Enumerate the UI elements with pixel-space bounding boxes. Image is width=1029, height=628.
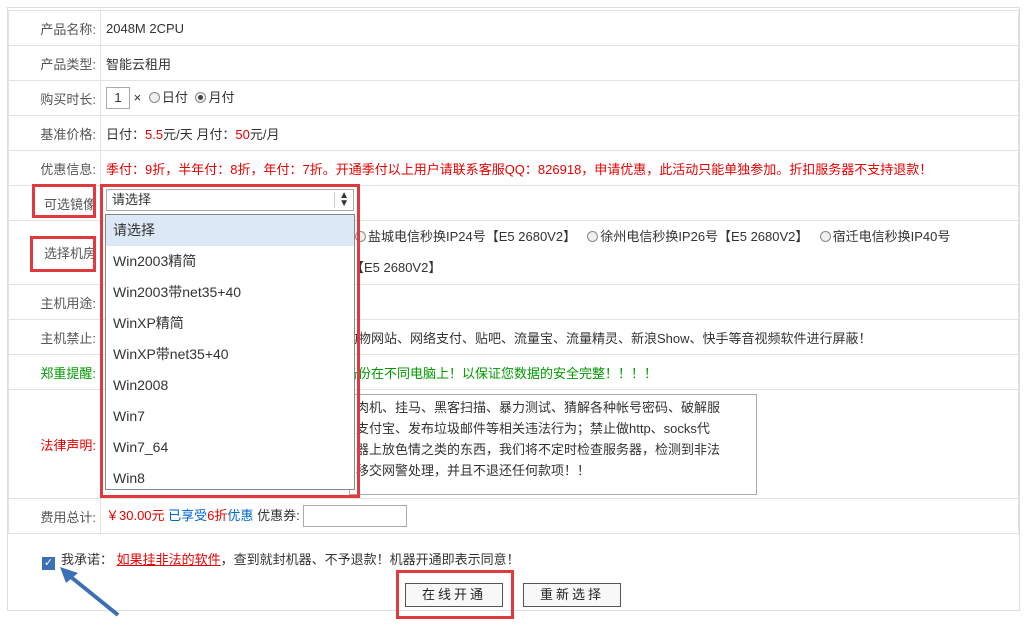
row-product-name: 产品名称: 2048M 2CPU bbox=[8, 10, 1019, 46]
price-monthly-label: 月付： bbox=[196, 126, 236, 142]
annotation-arrow-icon bbox=[60, 567, 120, 617]
base-price-value: 日付：5.5元/天 月付：50元/月 bbox=[100, 115, 1019, 151]
duration-label: 购买时长: bbox=[8, 80, 101, 116]
price-daily-unit: 元/天 bbox=[163, 126, 193, 142]
discount-label: 优惠信息: bbox=[8, 150, 101, 186]
product-name-value: 2048M 2CPU bbox=[100, 10, 1019, 46]
notice-label: 郑重提醒: bbox=[8, 354, 101, 390]
datacenter-yancheng-label[interactable]: 盐城电信秒换IP24号【E5 2680V2】 bbox=[368, 229, 576, 244]
notice-text-content: 备份在不同电脑上！以保证您数据的安全完整！！！！ bbox=[345, 365, 658, 381]
price-monthly: 50 bbox=[235, 126, 250, 142]
image-option[interactable]: 请选择 bbox=[106, 215, 354, 246]
image-option[interactable]: Win2008 bbox=[106, 370, 354, 401]
datacenter-radio-xuzhou[interactable] bbox=[587, 231, 599, 242]
price-daily-label: 日付： bbox=[106, 126, 146, 142]
image-option[interactable]: Win7_64 bbox=[106, 432, 354, 463]
total-value: ￥30.00元 已享受6折优惠 优惠券: bbox=[100, 498, 1019, 534]
image-option[interactable]: WinXP精简 bbox=[106, 308, 354, 339]
promise-checkbox[interactable]: ✓ bbox=[42, 557, 55, 570]
forbidden-text-content: 购物网站、网络支付、贴吧、流量宝、流量精灵、新浪Show、快手等音视频软件进行屏… bbox=[345, 330, 872, 346]
row-discount: 优惠信息: 季付：9折，半年付：8折，年付：7折。开通季付以上用户请联系客服QQ… bbox=[8, 150, 1019, 186]
coupon-label: 优惠券: bbox=[257, 507, 300, 523]
duration-controls: 1 × 日付 月付 bbox=[100, 80, 1019, 116]
image-option[interactable]: Win8 bbox=[106, 463, 354, 494]
image-select[interactable]: 请选择 ▲ ▼ bbox=[106, 189, 354, 211]
total-discount-value: 6折 bbox=[207, 507, 228, 523]
datacenter-xuzhou-label[interactable]: 徐州电信秒换IP26号【E5 2680V2】 bbox=[600, 229, 808, 244]
monthly-radio[interactable] bbox=[195, 91, 207, 103]
product-type-label: 产品类型: bbox=[8, 45, 101, 81]
image-label: 可选镜像 bbox=[8, 185, 101, 221]
product-type-value: 智能云租用 bbox=[100, 45, 1019, 81]
forbidden-label: 主机禁止: bbox=[8, 319, 101, 355]
monthly-radio-label[interactable]: 月付 bbox=[208, 90, 234, 105]
promise-link[interactable]: 如果挂非法的软件 bbox=[117, 552, 221, 567]
row-base-price: 基准价格: 日付：5.5元/天 月付：50元/月 bbox=[8, 115, 1019, 151]
datacenter-radio-yancheng[interactable] bbox=[355, 231, 366, 242]
datacenter-suqian-label[interactable]: 宿迁电信秒换IP40号 bbox=[833, 229, 951, 244]
datacenter-radio-suqian[interactable] bbox=[819, 231, 831, 242]
daily-radio-label[interactable]: 日付 bbox=[162, 90, 188, 105]
row-product-type: 产品类型: 智能云租用 bbox=[8, 45, 1019, 81]
total-price: ￥30.00元 bbox=[106, 507, 165, 523]
legal-label: 法律声明: bbox=[8, 389, 101, 499]
image-option[interactable]: Win7 bbox=[106, 401, 354, 432]
duration-times: × bbox=[133, 89, 142, 105]
usage-label: 主机用途: bbox=[8, 284, 101, 320]
total-label: 费用总计: bbox=[8, 498, 101, 534]
coupon-input[interactable] bbox=[303, 505, 408, 528]
reset-button[interactable]: 重新选择 bbox=[523, 583, 621, 607]
row-total: 费用总计: ￥30.00元 已享受6折优惠 优惠券: bbox=[8, 498, 1019, 534]
price-monthly-unit: 元/月 bbox=[249, 126, 280, 142]
image-option[interactable]: Win2003带net35+40 bbox=[106, 277, 354, 308]
legal-textarea[interactable]: 肉机、挂马、黑客扫描、暴力测试、猜解各种帐号密码、破解服 支付宝、发布垃圾邮件等… bbox=[349, 394, 757, 495]
image-select-value: 请选择 bbox=[112, 192, 152, 207]
image-option[interactable]: Win2003精简 bbox=[106, 246, 354, 277]
product-name-label: 产品名称: bbox=[8, 10, 101, 46]
select-arrows-icon: ▲ ▼ bbox=[334, 191, 349, 209]
price-daily: 5.5 bbox=[145, 126, 164, 142]
base-price-label: 基准价格: bbox=[8, 115, 101, 151]
image-option[interactable]: WinXP带net35+40 bbox=[106, 339, 354, 370]
duration-quantity-input[interactable]: 1 bbox=[106, 87, 130, 110]
row-duration: 购买时长: 1 × 日付 月付 bbox=[8, 80, 1019, 116]
total-discount-suffix: 优惠 bbox=[227, 507, 254, 523]
open-online-button[interactable]: 在线开通 bbox=[405, 583, 503, 607]
image-select-dropdown[interactable]: 请选择 Win2003精简 Win2003带net35+40 WinXP精简 W… bbox=[105, 214, 355, 490]
datacenter-label: 选择机房 bbox=[8, 220, 101, 285]
promise-suffix: ，查到就封机器、不予退款！机器开通即表示同意！ bbox=[220, 552, 520, 567]
total-discount-prefix: 已享受 bbox=[168, 507, 208, 523]
discount-text: 季付：9折，半年付：8折，年付：7折。开通季付以上用户请联系客服QQ：82691… bbox=[100, 150, 1019, 186]
daily-radio[interactable] bbox=[148, 91, 160, 103]
datacenter-line2: 【E5 2680V2】 bbox=[351, 260, 442, 275]
